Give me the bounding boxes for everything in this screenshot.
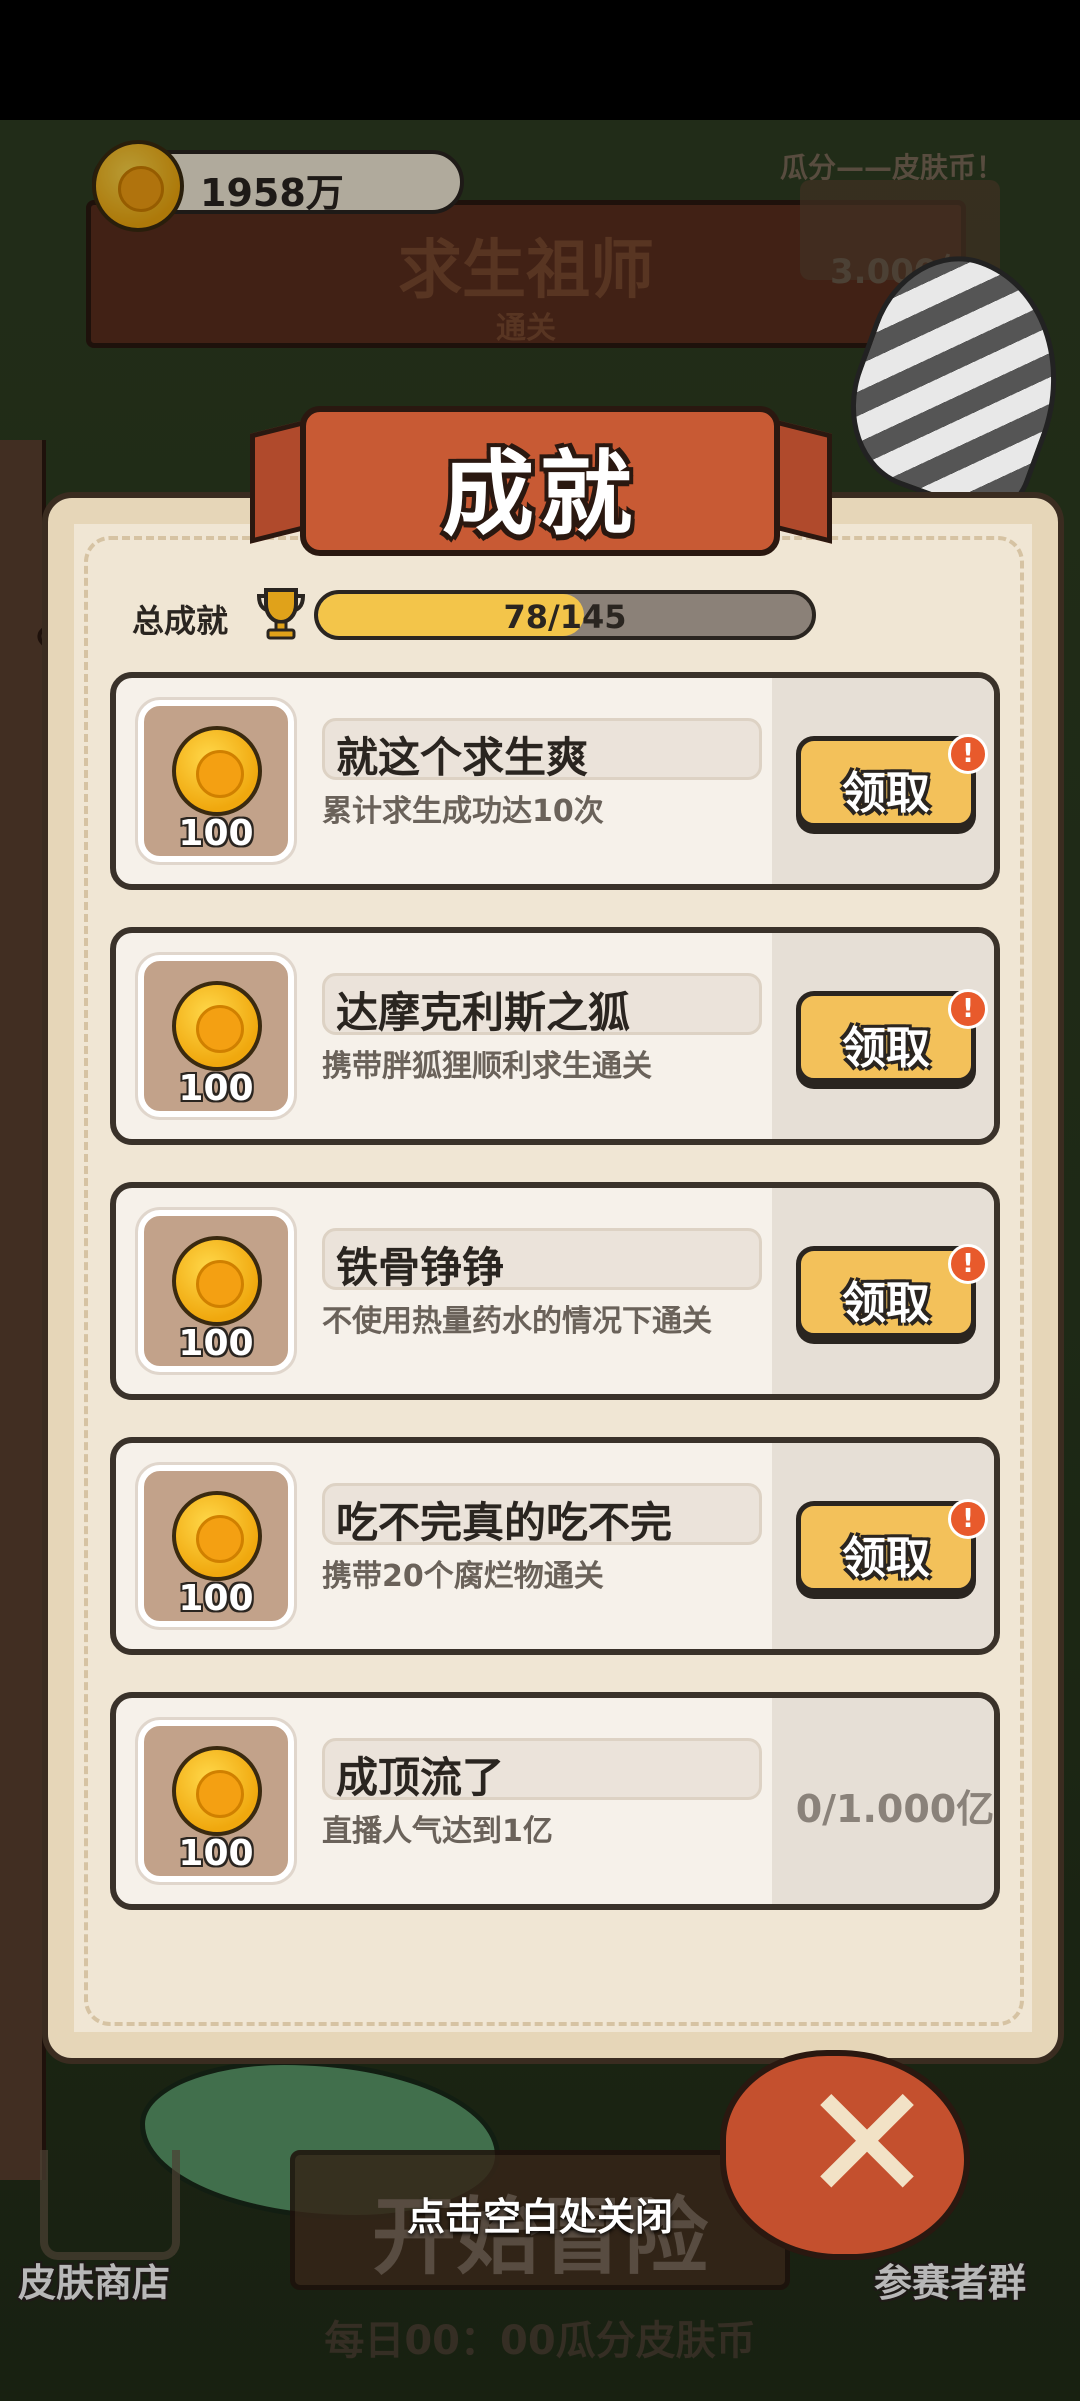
achievement-name: 成顶流了 <box>336 1753 505 1802</box>
reward-amount: 100 <box>178 1833 254 1874</box>
achievement-name: 达摩克利斯之狐 <box>336 988 631 1037</box>
total-progress-text: 78/145 <box>503 598 627 636</box>
achievement-desc: 累计求生成功达10次 <box>322 794 604 829</box>
achievement-desc: 携带20个腐烂物通关 <box>322 1559 604 1594</box>
tap-to-close-hint[interactable]: 点击空白处关闭 <box>290 2186 790 2241</box>
coin-icon <box>172 1746 262 1836</box>
reward-amount: 100 <box>178 1323 254 1364</box>
achievement-card: 100 达摩克利斯之狐 携带胖狐狸顺利求生通关 领取 ! <box>110 927 1000 1145</box>
achievement-desc: 携带胖狐狸顺利求生通关 <box>322 1049 652 1084</box>
achievement-progress: 0/1.000亿 <box>795 1787 995 1831</box>
alert-badge-icon: ! <box>948 1244 988 1284</box>
achievement-name: 吃不完真的吃不完 <box>336 1498 673 1547</box>
reward-amount: 100 <box>178 1068 254 1109</box>
claim-button-label: 领取 <box>842 768 930 819</box>
achievement-card: 100 吃不完真的吃不完 携带20个腐烂物通关 领取 ! <box>110 1437 1000 1655</box>
claim-button-label: 领取 <box>842 1278 930 1329</box>
achievement-name: 铁骨铮铮 <box>336 1243 505 1292</box>
alert-badge-icon: ! <box>948 734 988 774</box>
achievement-card: 100 铁骨铮铮 不使用热量药水的情况下通关 领取 ! <box>110 1182 1000 1400</box>
alert-badge-icon: ! <box>948 989 988 1029</box>
achievement-card: 100 成顶流了 直播人气达到1亿 0/1.000亿 <box>110 1692 1000 1910</box>
claim-button-label: 领取 <box>842 1023 930 1074</box>
achievement-name: 就这个求生爽 <box>336 733 589 782</box>
status-bar <box>0 0 1080 120</box>
trophy-icon <box>256 588 306 640</box>
close-icon[interactable]: ✕ <box>800 2064 934 2224</box>
achievement-card: 100 就这个求生爽 累计求生成功达10次 领取 ! <box>110 672 1000 890</box>
reward-box: 100 <box>138 955 294 1117</box>
coin-icon <box>172 1491 262 1581</box>
achievement-desc: 直播人气达到1亿 <box>322 1814 553 1849</box>
total-achievement-label: 总成就 <box>132 602 229 640</box>
alert-badge-icon: ! <box>948 1499 988 1539</box>
dialog-title: 成就 <box>441 441 638 548</box>
reward-box: 100 <box>138 1720 294 1882</box>
reward-box: 100 <box>138 700 294 862</box>
coin-icon <box>172 981 262 1071</box>
reward-amount: 100 <box>178 1578 254 1619</box>
total-progress-bar: 78/145 <box>314 590 816 640</box>
achievement-desc: 不使用热量药水的情况下通关 <box>322 1304 712 1339</box>
reward-amount: 100 <box>178 813 254 854</box>
coin-icon <box>172 726 262 816</box>
reward-box: 100 <box>138 1210 294 1372</box>
claim-button-label: 领取 <box>842 1533 930 1584</box>
coin-icon <box>172 1236 262 1326</box>
reward-box: 100 <box>138 1465 294 1627</box>
